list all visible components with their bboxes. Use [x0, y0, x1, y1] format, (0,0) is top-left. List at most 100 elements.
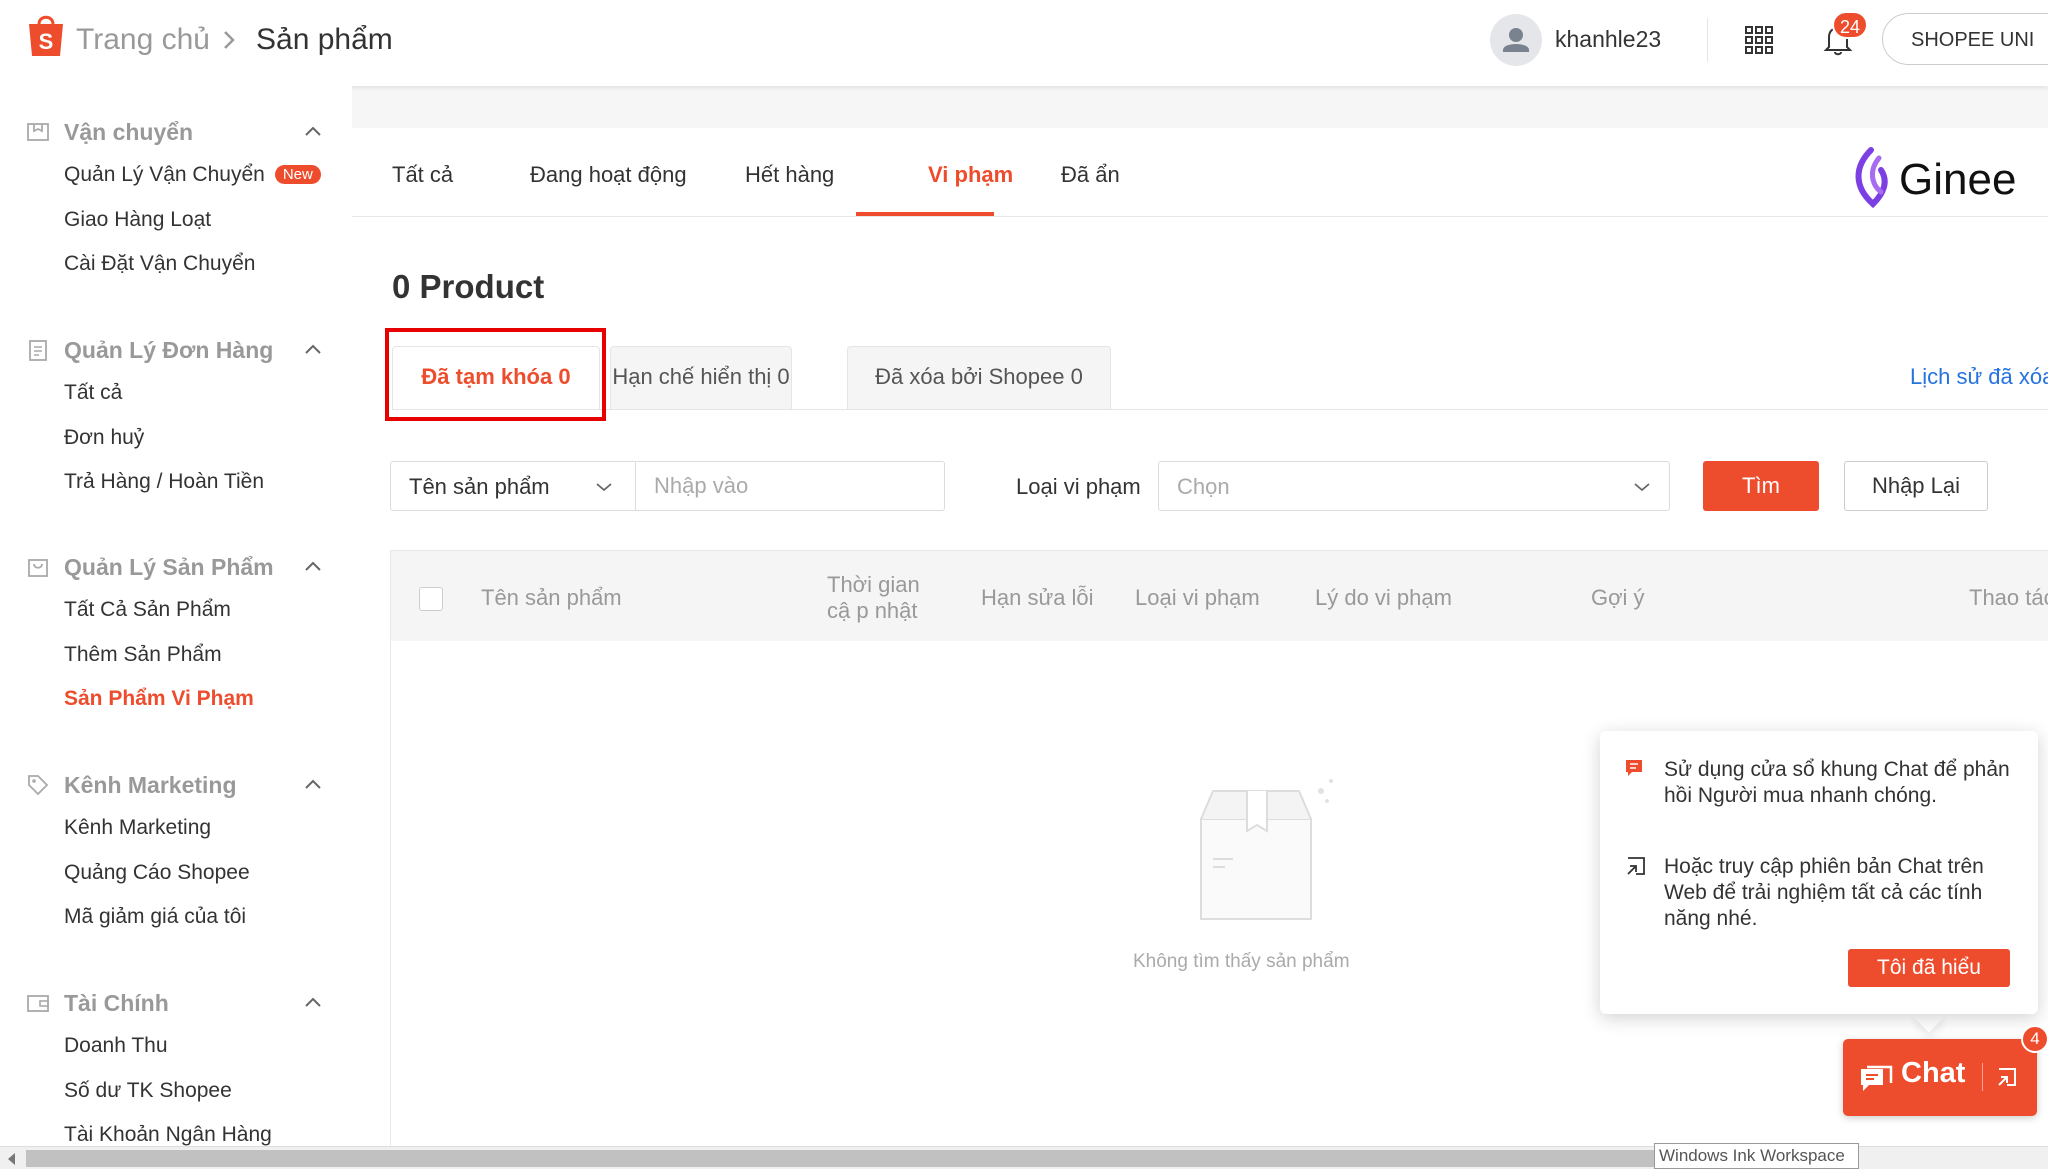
chat-bubble-icon — [1626, 760, 1642, 776]
breadcrumb-home[interactable]: Trang chủ — [76, 23, 210, 57]
sidebar-section-products[interactable]: Quản Lý Sản Phẩm — [0, 547, 352, 587]
reset-button[interactable]: Nhập Lại — [1844, 461, 1988, 511]
table-header: Tên sản phẩm Thời gian cậ p nhật Hạn sửa… — [391, 551, 2048, 641]
popout-icon[interactable] — [1995, 1065, 2019, 1089]
chat-button-label: Chat — [1901, 1057, 1966, 1089]
tabs-divider — [352, 216, 2048, 217]
sidebar-item-shopee-ads[interactable]: Quảng Cáo Shopee — [64, 861, 250, 885]
column-header: Tên sản phẩm — [481, 585, 622, 610]
sidebar-item-all-products[interactable]: Tất Cả Sản Phẩm — [64, 598, 231, 622]
chat-tip-line-2: Hoặc truy cập phiên bản Chat trên Web để… — [1664, 855, 1984, 930]
empty-state-text: Không tìm thấy sản phẩm — [1133, 951, 1350, 972]
search-field-value: Tên sản phẩm — [409, 474, 550, 499]
shopee-uni-button[interactable]: SHOPEE UNI — [1882, 13, 2048, 65]
svg-text:S: S — [39, 29, 54, 54]
column-header: Hạn sửa lỗi — [981, 585, 1094, 610]
tab-violation[interactable]: Vi phạm — [928, 162, 1013, 188]
shopee-logo-icon[interactable]: S — [26, 12, 66, 58]
windows-ink-tooltip: Windows Ink Workspace — [1654, 1143, 1859, 1169]
chat-tip-line-1: Sử dụng cửa sổ khung Chat để phản hồi Ng… — [1664, 758, 2010, 807]
subtabs-divider — [392, 409, 2048, 410]
deletion-history-link[interactable]: Lịch sử đã xóa — [1910, 364, 2048, 390]
violation-type-select[interactable]: Chọn — [1158, 461, 1670, 511]
shipping-box-icon — [27, 123, 49, 141]
sidebar-section-title: Quản Lý Đơn Hàng — [64, 337, 274, 363]
column-header: Lý do vi phạm — [1315, 585, 1452, 610]
sidebar-section-orders[interactable]: Quản Lý Đơn Hàng — [0, 330, 352, 370]
sidebar-section-finance[interactable]: Tài Chính — [0, 983, 352, 1023]
column-header: Thời gian cậ p nhật — [827, 572, 920, 623]
sidebar-item-violating-products[interactable]: Sản Phẩm Vi Phạm — [64, 687, 254, 711]
scrollbar-thumb[interactable] — [26, 1150, 1736, 1167]
user-icon — [1503, 28, 1529, 52]
understood-button[interactable]: Tôi đã hiểu — [1848, 949, 2010, 987]
select-all-checkbox[interactable] — [419, 587, 443, 611]
product-count-title: 0 Product — [392, 268, 545, 305]
search-input[interactable] — [635, 461, 945, 511]
sidebar-section-title: Quản Lý Sản Phẩm — [64, 554, 274, 580]
sidebar-item-bulk-shipping[interactable]: Giao Hàng Loạt — [64, 208, 211, 232]
ginee-wordmark: Ginee — [1899, 155, 2016, 204]
search-button[interactable]: Tìm — [1703, 461, 1819, 511]
breadcrumb-current: Sản phẩm — [256, 23, 393, 56]
sidebar-item-marketing-channel[interactable]: Kênh Marketing — [64, 816, 211, 840]
chevron-up-icon[interactable] — [303, 342, 323, 356]
chevron-up-icon[interactable] — [303, 124, 323, 138]
chevron-down-icon — [1634, 483, 1650, 492]
empty-box-icon — [1200, 779, 1333, 920]
sidebar-item-shipping-management[interactable]: Quản Lý Vận Chuyển New — [64, 163, 321, 187]
chevron-up-icon[interactable] — [303, 995, 323, 1009]
chevron-right-icon — [224, 31, 235, 49]
sidebar-item-cancelled-orders[interactable]: Đơn huỷ — [64, 426, 144, 450]
sidebar-item-my-vouchers[interactable]: Mã giảm giá của tôi — [64, 905, 246, 929]
sidebar: Vận chuyển Quản Lý Vận Chuyển New Giao Hà… — [0, 86, 352, 1146]
violation-type-label: Loại vi phạm — [1016, 474, 1141, 499]
chat-unread-badge: 4 — [2021, 1025, 2048, 1053]
column-header: Gợi ý — [1591, 585, 1645, 610]
sidebar-section-marketing[interactable]: Kênh Marketing — [0, 765, 352, 805]
highlight-annotation-box — [385, 328, 606, 421]
sidebar-section-title: Tài Chính — [64, 990, 169, 1016]
tab-out-of-stock[interactable]: Hết hàng — [745, 162, 834, 188]
subtab-deleted-by-shopee[interactable]: Đã xóa bởi Shopee 0 — [847, 346, 1111, 409]
column-header: Loại vi phạm — [1135, 585, 1260, 610]
sidebar-section-shipping[interactable]: Vận chuyển — [0, 112, 352, 152]
chat-button-divider — [1982, 1063, 1983, 1091]
sidebar-section-title: Kênh Marketing — [64, 772, 237, 798]
chevron-down-icon — [596, 483, 612, 492]
clipboard-icon — [29, 340, 47, 361]
sidebar-item-returns[interactable]: Trả Hàng / Hoàn Tiền — [64, 470, 264, 494]
subtab-restricted[interactable]: Hạn chế hiển thị 0 — [610, 346, 792, 409]
tab-all[interactable]: Tất cả — [392, 162, 453, 188]
tag-icon — [28, 775, 49, 796]
notification-badge: 24 — [1832, 11, 1868, 39]
sidebar-item-all-orders[interactable]: Tất cả — [64, 381, 122, 405]
sidebar-item-shopee-balance[interactable]: Số dư TK Shopee — [64, 1079, 232, 1103]
tab-hidden[interactable]: Đã ẩn — [1061, 162, 1120, 188]
apps-grid-icon[interactable] — [1745, 26, 1773, 54]
bag-icon — [28, 559, 48, 577]
chevron-up-icon[interactable] — [303, 777, 323, 791]
sidebar-item-bank-account[interactable]: Tài Khoản Ngân Hàng — [64, 1123, 272, 1147]
ginee-logo: Ginee — [1855, 147, 2016, 209]
scroll-left-arrow-icon[interactable] — [8, 1153, 15, 1165]
chat-tip-popover: Sử dụng cửa sổ khung Chat để phản hồi Ng… — [1600, 731, 2038, 1014]
sidebar-section-title: Vận chuyển — [64, 119, 194, 145]
search-field-select[interactable]: Tên sản phẩm — [390, 461, 636, 511]
external-window-icon — [1627, 857, 1645, 875]
violation-type-placeholder: Chọn — [1177, 474, 1230, 499]
sidebar-item-shipping-settings[interactable]: Cài Đặt Vận Chuyển — [64, 252, 255, 276]
chat-icon — [1861, 1065, 1893, 1091]
sidebar-item-add-product[interactable]: Thêm Sản Phẩm — [64, 643, 222, 667]
top-bar: S Trang chủ Sản phẩm khanhle23 24 SHOPEE… — [0, 0, 2048, 86]
tab-active[interactable]: Đang hoạt động — [530, 162, 687, 188]
new-badge: New — [274, 165, 321, 184]
avatar[interactable] — [1490, 14, 1542, 66]
wallet-icon — [27, 995, 49, 1012]
chevron-up-icon[interactable] — [303, 559, 323, 573]
header-divider — [1707, 18, 1708, 62]
sidebar-item-revenue[interactable]: Doanh Thu — [64, 1034, 168, 1058]
ginee-flame-icon — [1855, 147, 1888, 209]
username[interactable]: khanhle23 — [1555, 26, 1661, 53]
chat-button[interactable]: Chat — [1843, 1039, 2037, 1116]
